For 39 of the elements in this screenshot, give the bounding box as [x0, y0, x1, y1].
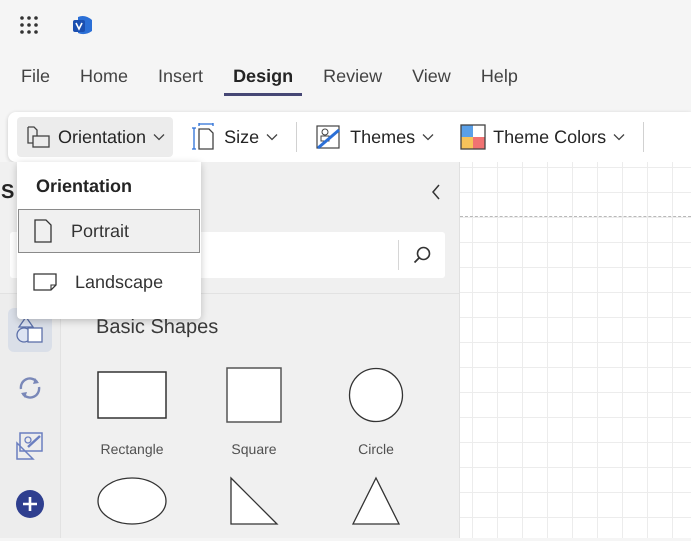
menu-tab[interactable]: File	[12, 58, 60, 96]
shape-label: Square	[231, 441, 277, 457]
ribbon-button[interactable]: Theme Colors	[452, 117, 634, 157]
shape-label: Circle	[358, 441, 394, 457]
theme-colors-icon	[460, 124, 486, 150]
menu-item[interactable]: Landscape	[18, 260, 200, 304]
menu-tab[interactable]: View	[403, 58, 460, 96]
panel-title: S	[1, 180, 14, 204]
stencil-icon	[15, 431, 45, 461]
chevron-icon	[422, 133, 434, 141]
circle-shape[interactable]	[348, 367, 404, 423]
search-icon	[413, 246, 431, 264]
menu-tab[interactable]: Insert	[149, 58, 212, 96]
ribbon-button[interactable]: Orientation	[17, 117, 174, 157]
landscape-page-icon	[33, 272, 57, 292]
portrait-page-icon	[33, 219, 53, 243]
chevron-icon	[613, 133, 626, 141]
add-icon	[15, 489, 45, 519]
menu-tab[interactable]: Help	[472, 58, 527, 96]
collapse-icon	[431, 184, 441, 200]
section-title: Basic Shapes	[95, 316, 220, 339]
app-logo-icon	[72, 14, 94, 36]
rectangle-shape[interactable]	[97, 371, 167, 419]
ribbon-button[interactable]: Themes	[307, 117, 442, 157]
ellipse-shape[interactable]	[96, 476, 168, 526]
chevron-icon	[153, 133, 166, 141]
orientation-icon	[25, 125, 51, 149]
menu-tab[interactable]: Review	[314, 58, 392, 96]
triangle-shape[interactable]	[351, 476, 401, 526]
shape-label: Rectangle	[100, 441, 164, 457]
ribbon-button[interactable]: Size	[183, 117, 286, 157]
right-triangle-shape[interactable]	[229, 476, 279, 526]
menu-tab[interactable]: Home	[71, 58, 138, 96]
menu-item[interactable]: Portrait	[18, 209, 200, 253]
menu-tab[interactable]: Design	[224, 58, 302, 96]
app-launcher-icon	[20, 16, 38, 34]
menu-title: Orientation	[35, 176, 134, 197]
square-shape[interactable]	[226, 367, 282, 423]
chevron-icon	[266, 133, 278, 141]
